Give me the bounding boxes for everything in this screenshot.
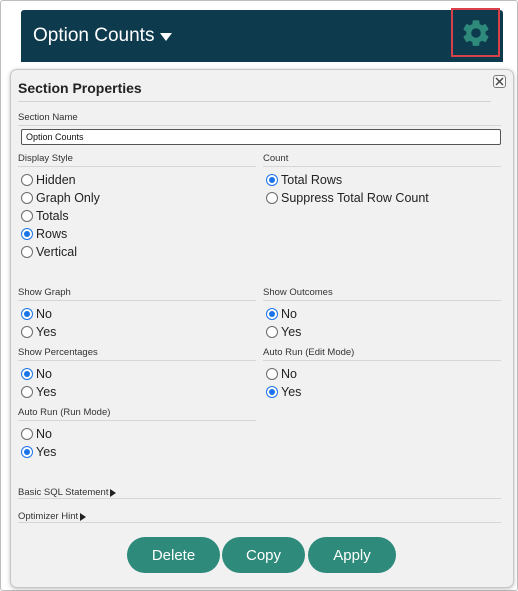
option-label: Yes xyxy=(36,385,57,399)
auto-run-edit-option-yes[interactable]: Yes xyxy=(266,383,301,401)
radio-button[interactable] xyxy=(21,386,33,398)
window-frame: Option Counts Section Properties Section… xyxy=(0,0,518,591)
divider xyxy=(263,300,501,301)
display-style-option-vertical[interactable]: Vertical xyxy=(21,243,77,261)
radio-button-selected[interactable] xyxy=(21,228,33,240)
radio-button[interactable] xyxy=(266,368,278,380)
basic-sql-statement-label: Basic SQL Statement xyxy=(18,487,109,498)
settings-button[interactable] xyxy=(451,8,500,57)
auto-run-edit-label: Auto Run (Edit Mode) xyxy=(263,347,355,358)
section-header: Option Counts xyxy=(21,8,503,62)
option-label: Yes xyxy=(281,385,302,399)
delete-button[interactable]: Delete xyxy=(127,537,220,573)
option-label: Graph Only xyxy=(36,191,100,205)
copy-button[interactable]: Copy xyxy=(222,537,305,573)
divider xyxy=(18,360,256,361)
option-label: Vertical xyxy=(36,245,77,259)
radio-button[interactable] xyxy=(21,210,33,222)
radio-button[interactable] xyxy=(21,326,33,338)
close-icon xyxy=(495,77,504,86)
section-name-label: Section Name xyxy=(18,112,78,123)
divider xyxy=(18,522,501,523)
section-name-input[interactable] xyxy=(21,129,501,145)
radio-button-selected[interactable] xyxy=(266,174,278,186)
option-label: Total Rows xyxy=(281,173,343,187)
show-graph-label: Show Graph xyxy=(18,287,71,298)
option-label: No xyxy=(36,367,52,381)
option-label: No xyxy=(281,367,297,381)
count-option-total-rows[interactable]: Total Rows xyxy=(266,171,342,189)
divider xyxy=(18,498,501,499)
display-style-option-totals[interactable]: Totals xyxy=(21,207,69,225)
caret-down-icon xyxy=(160,33,173,41)
radio-button-selected[interactable] xyxy=(21,308,33,320)
show-outcomes-option-no[interactable]: No xyxy=(266,305,297,323)
show-outcomes-option-yes[interactable]: Yes xyxy=(266,323,301,341)
apply-button[interactable]: Apply xyxy=(308,537,396,573)
option-label: Yes xyxy=(36,445,57,459)
divider xyxy=(18,125,501,126)
radio-button[interactable] xyxy=(266,326,278,338)
option-label: Totals xyxy=(36,209,69,223)
show-percentages-option-yes[interactable]: Yes xyxy=(21,383,56,401)
display-style-option-rows[interactable]: Rows xyxy=(21,225,67,243)
radio-button-selected[interactable] xyxy=(21,446,33,458)
radio-button[interactable] xyxy=(266,192,278,204)
option-label: No xyxy=(36,307,52,321)
auto-run-run-option-yes[interactable]: Yes xyxy=(21,443,56,461)
radio-button[interactable] xyxy=(21,428,33,440)
divider xyxy=(18,420,256,421)
divider xyxy=(263,166,501,167)
radio-button-selected[interactable] xyxy=(266,308,278,320)
radio-button-selected[interactable] xyxy=(266,386,278,398)
show-graph-option-no[interactable]: No xyxy=(21,305,52,323)
display-style-option-graph-only[interactable]: Graph Only xyxy=(21,189,100,207)
radio-button-selected[interactable] xyxy=(21,368,33,380)
optimizer-hint-label: Optimizer Hint xyxy=(18,511,79,522)
count-option-suppress-total-row-count[interactable]: Suppress Total Row Count xyxy=(266,189,429,207)
section-title: Option Counts xyxy=(33,25,155,46)
divider xyxy=(18,101,491,102)
basic-sql-statement-expander[interactable]: Basic SQL Statement xyxy=(18,487,117,498)
option-label: Yes xyxy=(36,325,57,339)
gear-icon xyxy=(462,19,488,46)
option-label: Yes xyxy=(281,325,302,339)
display-style-option-hidden[interactable]: Hidden xyxy=(21,171,76,189)
radio-button[interactable] xyxy=(21,246,33,258)
count-label: Count xyxy=(263,153,289,164)
triangle-right-icon xyxy=(80,512,87,521)
show-percentages-label: Show Percentages xyxy=(18,347,98,358)
show-graph-option-yes[interactable]: Yes xyxy=(21,323,56,341)
divider xyxy=(18,166,256,167)
radio-button[interactable] xyxy=(21,174,33,186)
triangle-right-icon xyxy=(110,488,117,497)
option-label: No xyxy=(281,307,297,321)
close-button[interactable] xyxy=(493,75,506,88)
option-label: Rows xyxy=(36,227,68,241)
option-label: Suppress Total Row Count xyxy=(281,191,429,205)
display-style-label: Display Style xyxy=(18,153,73,164)
show-outcomes-label: Show Outcomes xyxy=(263,287,333,298)
show-percentages-option-no[interactable]: No xyxy=(21,365,52,383)
dialog-title: Section Properties xyxy=(18,80,142,96)
section-properties-dialog: Section Properties Section Name Display … xyxy=(10,69,514,588)
divider xyxy=(18,300,256,301)
option-label: Hidden xyxy=(36,173,76,187)
optimizer-hint-expander[interactable]: Optimizer Hint xyxy=(18,511,87,522)
divider xyxy=(263,360,501,361)
auto-run-run-label: Auto Run (Run Mode) xyxy=(18,407,111,418)
auto-run-edit-option-no[interactable]: No xyxy=(266,365,297,383)
radio-button[interactable] xyxy=(21,192,33,204)
auto-run-run-option-no[interactable]: No xyxy=(21,425,52,443)
section-title-dropdown[interactable]: Option Counts xyxy=(33,24,173,48)
option-label: No xyxy=(36,427,52,441)
